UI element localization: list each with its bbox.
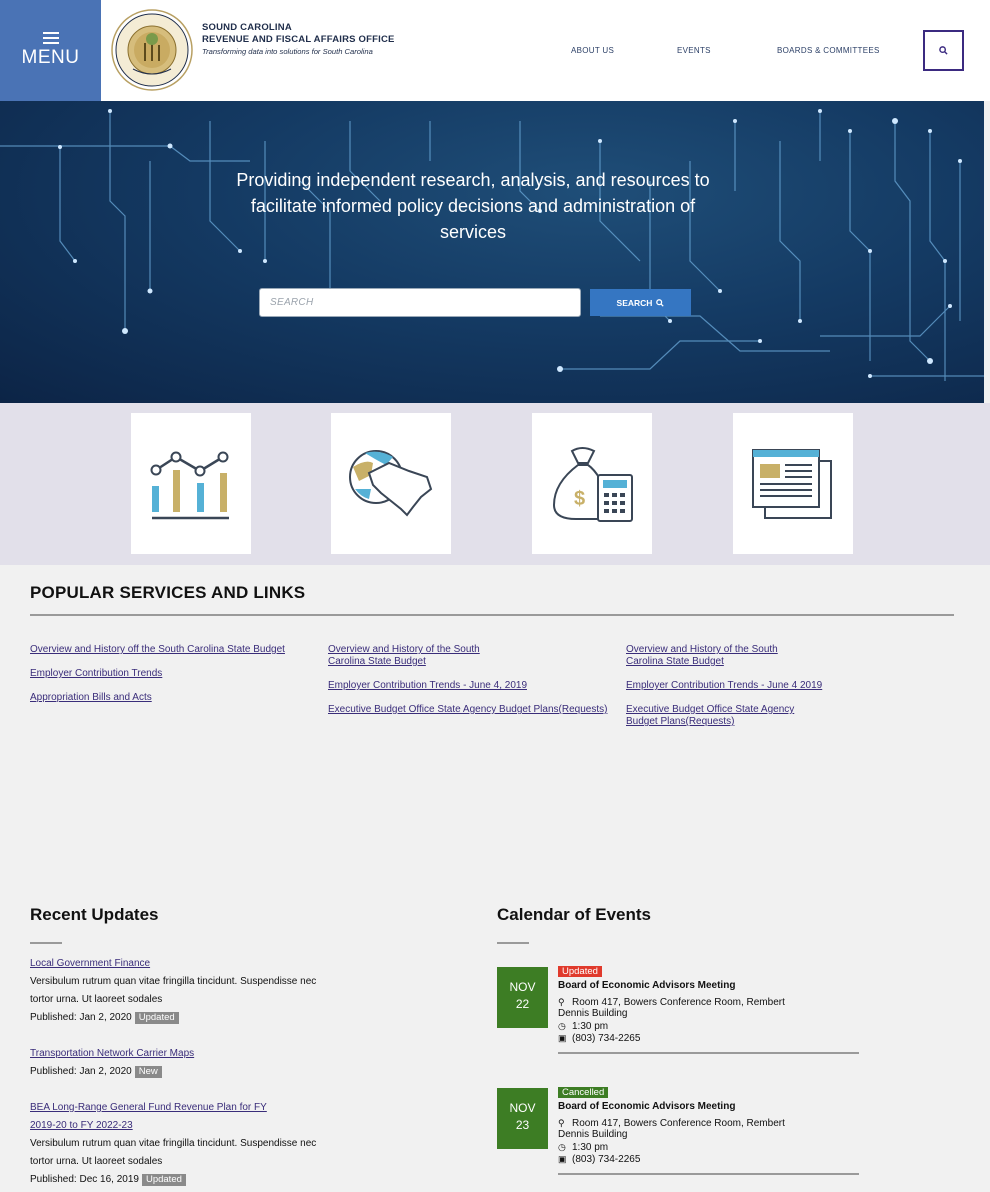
popular-link[interactable]: Employer Contribution Trends - June 4, 2… [328,680,527,692]
tile-state-data[interactable] [331,413,451,554]
nav-boards-committees[interactable]: BOARDS & COMMITTEES [777,46,880,55]
popular-link[interactable]: Appropriation Bills and Acts [30,692,152,704]
event-divider [558,1173,859,1175]
update-link[interactable]: Local Government Finance [30,955,150,973]
update-published: Published: Dec 16, 2019 Updated [30,1171,186,1189]
location-pin-icon: ⚲ [558,997,565,1007]
state-seal-logo[interactable] [111,9,193,91]
tile-publications[interactable] [733,413,853,554]
event-date[interactable]: NOV 22 [497,967,548,1028]
event-location-line2: Dennis Building [558,1129,628,1140]
status-badge: Updated [134,1012,179,1024]
menu-label: MENU [21,47,80,68]
event-phone: ▣ (803) 734-2265 [558,1032,640,1045]
nav-about-us[interactable]: ABOUT US [571,46,614,55]
globe-state-icon [349,450,433,517]
update-link[interactable]: Transportation Network Carrier Maps [30,1045,194,1063]
update-published: Published: Jan 2, 2020 New [30,1063,162,1081]
event-phone-text: (803) 734-2265 [572,1033,641,1044]
search-icon [656,298,665,307]
event-time-text: 1:30 pm [572,1142,609,1153]
popular-link[interactable]: Executive Budget Office State Agency Bud… [328,704,607,716]
search-icon [939,46,948,55]
popular-link[interactable]: Overview and History of the South Caroli… [626,644,806,668]
update-link[interactable]: 2019-20 to FY 2022-23 [30,1117,133,1135]
update-description: Versibulum rutrum quan vitae fringilla t… [30,1138,317,1149]
org-name-line2: REVENUE AND FISCAL AFFAIRS OFFICE [202,34,395,45]
circuit-background-graphic [0,109,984,381]
event-date[interactable]: NOV 23 [497,1088,548,1149]
popular-link[interactable]: Overview and History off the South Carol… [30,644,285,656]
hamburger-icon [42,32,59,44]
hero-search-button[interactable]: SEARCH [590,289,691,316]
event-location-text: Room 417, Bowers Conference Room, Rember… [572,1118,785,1129]
published-date: Published: Jan 2, 2020 [30,1066,132,1077]
update-description: Versibulum rutrum quan vitae fringilla t… [30,976,317,987]
event-day: 22 [515,997,530,1011]
popular-link[interactable]: Overview and History of the South Caroli… [328,644,508,668]
clock-icon: ◷ [558,1142,566,1152]
event-day: 23 [515,1118,530,1132]
service-tiles: $ [0,403,990,565]
site-header: MENU SOUND CAROLINA REVENUE AND FISCAL A… [0,0,990,101]
contact-icon: ▣ [558,1154,567,1164]
tile-finance[interactable]: $ [532,413,652,554]
hero-banner: Providing independent research, analysis… [0,101,984,403]
popular-services-heading: POPULAR SERVICES AND LINKS [30,583,306,602]
contact-icon: ▣ [558,1033,567,1043]
event-status-badge: Cancelled [558,1087,609,1098]
event-phone: ▣ (803) 734-2265 [558,1153,640,1166]
popular-link[interactable]: Executive Budget Office State Agency Bud… [626,704,816,728]
popular-link[interactable]: Employer Contribution Trends - June 4 20… [626,680,822,692]
newspaper-icon [752,449,832,519]
section-divider [497,942,529,944]
event-phone-text: (803) 734-2265 [572,1154,641,1165]
recent-updates-heading: Recent Updates [30,905,159,924]
event-month: NOV [509,1101,536,1115]
org-name-line1: SOUND CAROLINA [202,22,292,33]
published-date: Published: Dec 16, 2019 [30,1174,139,1185]
update-link[interactable]: BEA Long-Range General Fund Revenue Plan… [30,1099,267,1117]
event-title[interactable]: Board of Economic Advisors Meeting [558,980,735,992]
menu-button[interactable]: MENU [0,0,101,101]
section-divider [30,614,954,616]
published-date: Published: Jan 2, 2020 [30,1012,132,1023]
svg-text:$: $ [574,488,585,510]
status-badge: Updated [141,1174,186,1186]
event-location-text: Room 417, Bowers Conference Room, Rember… [572,997,785,1008]
event-month: NOV [509,980,536,994]
nav-events[interactable]: EVENTS [677,46,711,55]
hero-search-label: SEARCH [616,297,653,308]
update-description: tortor urna. Ut laoreet sodales [30,1156,163,1167]
event-divider [558,1052,859,1054]
org-slogan: Transforming data into solutions for Sou… [202,47,373,56]
calendar-heading: Calendar of Events [497,905,651,924]
section-divider [30,942,62,944]
hero-tagline: Providing independent research, analysis… [236,170,710,242]
location-pin-icon: ⚲ [558,1118,565,1128]
update-description: tortor urna. Ut laoreet sodales [30,994,163,1005]
status-badge: New [134,1066,162,1078]
chart-icon [150,451,229,520]
event-location-line2: Dennis Building [558,1008,628,1019]
money-calculator-icon: $ [552,447,633,522]
update-published: Published: Jan 2, 2020 Updated [30,1009,179,1027]
popular-link[interactable]: Employer Contribution Trends [30,668,162,680]
header-search-button[interactable] [923,30,964,71]
hero-search-input[interactable] [259,288,581,317]
tile-data-analysis[interactable] [131,413,251,554]
event-status-badge: Updated [558,966,602,977]
event-time-text: 1:30 pm [572,1021,609,1032]
event-title[interactable]: Board of Economic Advisors Meeting [558,1101,735,1113]
clock-icon: ◷ [558,1021,566,1031]
org-name-block: SOUND CAROLINA REVENUE AND FISCAL AFFAIR… [202,22,395,57]
